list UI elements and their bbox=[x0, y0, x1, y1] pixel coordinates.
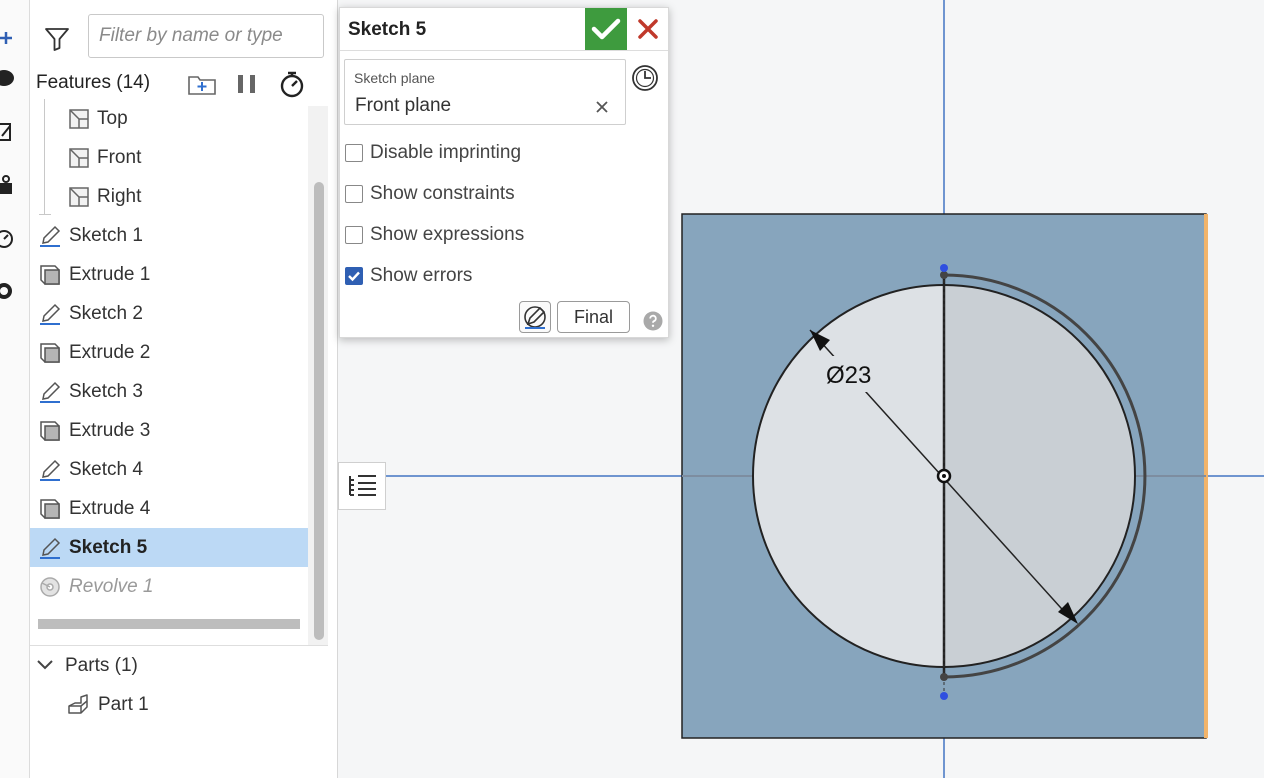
extrude-icon bbox=[40, 421, 60, 441]
cancel-button[interactable] bbox=[630, 8, 666, 50]
tree-item-label: Sketch 3 bbox=[69, 381, 143, 402]
sketch-plane-caption: Sketch plane bbox=[354, 70, 435, 86]
pencil-icon bbox=[40, 459, 61, 481]
tree-item-extrude-2[interactable]: Extrude 2 bbox=[30, 333, 308, 372]
tree-scrollbar-vertical[interactable] bbox=[314, 182, 324, 640]
pause-icon[interactable] bbox=[231, 68, 263, 100]
axis-point-bottom[interactable] bbox=[940, 692, 948, 700]
tree-item-label: Front bbox=[97, 147, 142, 168]
filter-icon[interactable] bbox=[44, 26, 70, 52]
tree-item-label: Extrude 1 bbox=[69, 264, 151, 285]
plane-icon bbox=[69, 187, 89, 207]
extrude-icon bbox=[40, 499, 60, 519]
option-label: Show constraints bbox=[370, 183, 515, 204]
pencil-icon bbox=[40, 225, 61, 247]
tree-item-extrude-1[interactable]: Extrude 1 bbox=[30, 255, 308, 294]
accept-button[interactable] bbox=[585, 8, 627, 50]
features-title: Features (14) bbox=[36, 72, 151, 93]
extrude-icon bbox=[40, 265, 60, 285]
tree-item-front-plane[interactable]: Front bbox=[30, 138, 308, 177]
tree-item-sketch-1[interactable]: Sketch 1 bbox=[30, 216, 308, 255]
plane-icon bbox=[69, 109, 89, 129]
add-icon[interactable] bbox=[0, 26, 18, 50]
tree-item-label: Sketch 2 bbox=[69, 303, 143, 324]
parts-title[interactable]: Parts (1) bbox=[65, 655, 138, 677]
tree-item-label: Extrude 2 bbox=[69, 342, 151, 363]
toolbar-strip bbox=[0, 0, 30, 778]
check-icon bbox=[348, 271, 360, 282]
sketch-dialog: Sketch 5 Sketch plane Front plane Disabl… bbox=[339, 7, 669, 338]
plane-icon bbox=[69, 148, 89, 168]
show-expressions-checkbox[interactable] bbox=[345, 226, 363, 244]
tree-item-label: Revolve 1 bbox=[69, 576, 154, 597]
endpoint-bottom[interactable] bbox=[940, 673, 948, 681]
tree-item-right-plane[interactable]: Right bbox=[30, 177, 308, 216]
checkmark-icon bbox=[591, 18, 621, 40]
dialog-header: Sketch 5 bbox=[340, 8, 668, 51]
pencil-icon bbox=[40, 303, 61, 325]
chevron-down-icon[interactable] bbox=[36, 656, 54, 674]
tree-item-label: Right bbox=[97, 186, 142, 207]
timer-icon[interactable] bbox=[0, 226, 18, 250]
axis-point-top[interactable] bbox=[940, 264, 948, 272]
option-show-expressions[interactable]: Show expressions bbox=[345, 224, 625, 248]
sketch-plane-value[interactable]: Front plane bbox=[355, 95, 451, 117]
pencil-icon bbox=[40, 381, 61, 403]
sketch-plane-field[interactable]: Sketch plane Front plane bbox=[344, 59, 626, 125]
tree-item-extrude-4[interactable]: Extrude 4 bbox=[30, 489, 308, 528]
list-icon bbox=[349, 475, 376, 496]
option-disable-imprinting[interactable]: Disable imprinting bbox=[345, 142, 625, 166]
tree-item-sketch-5[interactable]: Sketch 5 bbox=[30, 528, 308, 567]
tree-item-revolve-1[interactable]: Revolve 1 bbox=[30, 567, 308, 606]
clear-icon[interactable] bbox=[593, 98, 611, 116]
tree-item-label: Extrude 3 bbox=[69, 420, 151, 441]
revolve-icon bbox=[40, 577, 60, 597]
option-label: Show errors bbox=[370, 265, 473, 286]
tree-scrollbar-horizontal[interactable] bbox=[38, 619, 300, 629]
tree-item-label: Sketch 1 bbox=[69, 225, 143, 246]
tree-item-label: Sketch 5 bbox=[69, 537, 148, 558]
dialog-title: Sketch 5 bbox=[348, 19, 427, 40]
extrude-icon bbox=[40, 343, 60, 363]
part-icon bbox=[68, 694, 88, 714]
endpoint-top[interactable] bbox=[940, 271, 948, 279]
feature-panel: Features (14) Top Front Right Sketch 1 E… bbox=[30, 0, 338, 778]
disable-imprinting-checkbox[interactable] bbox=[345, 144, 363, 162]
tree-item-label: Extrude 4 bbox=[69, 498, 151, 519]
help-icon[interactable] bbox=[643, 311, 663, 331]
option-label: Show expressions bbox=[370, 224, 525, 245]
parts-divider bbox=[30, 645, 328, 646]
filter-input[interactable] bbox=[88, 14, 324, 58]
option-show-constraints[interactable]: Show constraints bbox=[345, 183, 625, 207]
tree-item-label: Top bbox=[97, 108, 128, 129]
pencil-icon bbox=[40, 537, 61, 559]
tree-item-sketch-2[interactable]: Sketch 2 bbox=[30, 294, 308, 333]
feature-list-toggle-button[interactable] bbox=[338, 462, 386, 510]
option-show-errors[interactable]: Show errors bbox=[345, 265, 625, 289]
stopwatch-icon[interactable] bbox=[276, 68, 308, 100]
sketch-tool-button[interactable] bbox=[519, 301, 551, 333]
lock-icon[interactable] bbox=[0, 173, 18, 197]
add-folder-icon[interactable] bbox=[186, 68, 218, 100]
sketch-tool-icon[interactable] bbox=[0, 120, 18, 144]
show-errors-checkbox[interactable] bbox=[345, 267, 363, 285]
history-clock-icon[interactable] bbox=[630, 63, 660, 93]
search-tool-icon[interactable] bbox=[0, 279, 18, 303]
show-constraints-checkbox[interactable] bbox=[345, 185, 363, 203]
option-label: Disable imprinting bbox=[370, 142, 522, 163]
part-1-label[interactable]: Part 1 bbox=[98, 694, 149, 716]
tree-item-label: Sketch 4 bbox=[69, 459, 143, 480]
close-icon bbox=[638, 19, 658, 39]
dimension-label[interactable]: Ø23 bbox=[826, 362, 871, 389]
sketch-pencil-icon bbox=[524, 306, 546, 329]
tree-item-sketch-4[interactable]: Sketch 4 bbox=[30, 450, 308, 489]
center-point-dot bbox=[942, 474, 946, 478]
tree-item-extrude-3[interactable]: Extrude 3 bbox=[30, 411, 308, 450]
final-button[interactable]: Final bbox=[557, 301, 630, 333]
tree-item-sketch-3[interactable]: Sketch 3 bbox=[30, 372, 308, 411]
shape-icon[interactable] bbox=[0, 66, 18, 90]
tree-item-top-plane[interactable]: Top bbox=[30, 99, 308, 138]
